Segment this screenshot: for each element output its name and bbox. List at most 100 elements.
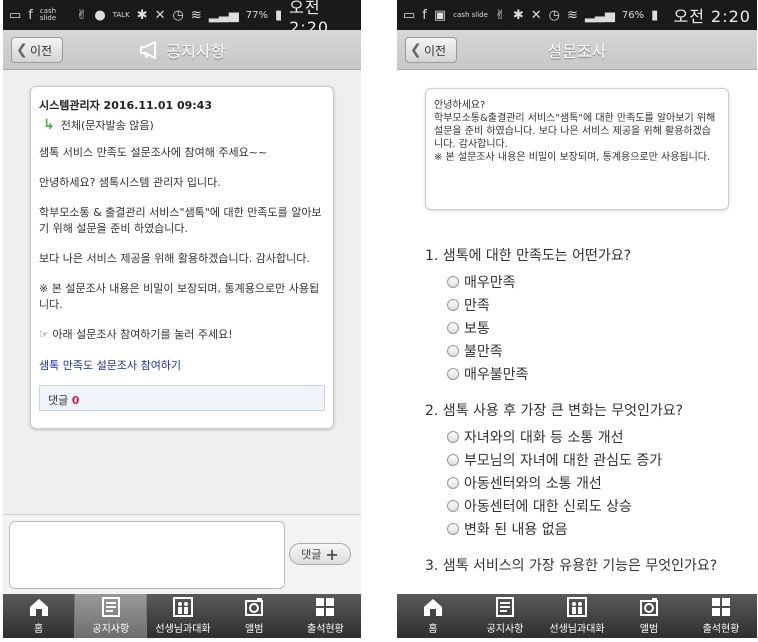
msg-icon: ▭ [9,7,22,23]
comment-label: 댓글 [48,394,69,407]
wifi-icon: ≋ [566,7,578,23]
cashslide-icon: cash slide [39,7,57,22]
survey-screen: ▭ f ▣ cash slide ✌ ✱ ✕ ◷ ≋ ▂▃▅ 76% ▮ 오전 … [397,0,757,638]
bluetooth-icon: ✱ [136,7,148,23]
option-label: 아동센터와의 소통 개선 [464,475,602,492]
option-label: 매우불만족 [464,366,529,383]
option[interactable]: 만족 [425,293,745,316]
reply-input[interactable] [9,521,285,589]
people-icon [567,597,587,617]
radio-button[interactable] [447,430,459,443]
radio-button[interactable] [447,344,459,357]
notice-icon [496,597,514,617]
option-label: 보통 [464,320,490,337]
radio-button[interactable] [447,321,459,334]
tab-label: 공지사항 [486,624,524,635]
tab-attendance[interactable]: 출석현황 [685,594,757,638]
plus-icon: + [325,544,339,564]
back-button[interactable]: ❮ 이전 [405,37,458,63]
tab-label: 출석현황 [307,624,344,635]
tab-label: 앨범 [245,624,264,635]
tab-album[interactable]: 앨범 [613,594,685,638]
bluetooth-icon: ✱ [512,7,524,23]
back-button[interactable]: ❮ 이전 [11,37,64,63]
option[interactable]: 불만족 [425,339,745,362]
tab-label: 앨범 [639,624,659,635]
option[interactable]: 매우불만족 [425,362,745,385]
tab-bar: 홈 공지사항 선생님과대화 앨범 출석현황 [3,594,361,638]
reply-area: 댓글 + [3,514,361,594]
option[interactable]: 아동센터와의 소통 개선 [425,471,745,494]
comment-count: 0 [71,394,80,407]
camera-icon [640,598,658,616]
radio-button[interactable] [447,522,459,535]
option-label: 매우만족 [464,274,516,291]
chat-icon: ● [94,7,106,23]
option-label: 아동센터에 대한 신뢰도 상승 [464,498,632,515]
option[interactable]: 변화 된 내용 없음 [425,517,745,540]
option[interactable]: 자녀와의 대화 등 소통 개선 [425,425,745,448]
target-text: 전체(문자발송 않음) [60,119,154,132]
tab-home[interactable]: 홈 [397,594,469,638]
battery-icon: ▮ [651,7,659,23]
option-label: 부모님의 자녀에 대한 관심도 증가 [464,452,663,469]
paragraph: 샘톡 서비스 만족도 설문조사에 참여해 주세요~~ [39,146,268,159]
facebook-icon: f [28,7,33,23]
option[interactable]: 부모님의 자녀에 대한 관심도 증가 [425,448,745,471]
tab-notice[interactable]: 공지사항 [469,594,541,638]
tab-label: 선생님과대화 [549,624,605,635]
question-title: 2. 샘톡 사용 후 가장 큰 변화는 무엇인가요? [425,403,684,419]
home-icon [424,599,442,616]
intro-line: 학부모소통&출결관리 서비스"샘톡"에 대한 만족도를 알아보기 위해 설문을 … [434,113,716,150]
attendance-icon [316,598,335,616]
paragraph: 학부모소통 & 출결관리 서비스"샘톡"에 대한 만족도를 알아보기 위해 설문… [39,206,322,235]
radio-button[interactable] [447,499,459,512]
tab-album[interactable]: 앨범 [219,594,290,638]
status-bar: ▭ f ▣ cash slide ✌ ✱ ✕ ◷ ≋ ▂▃▅ 76% ▮ 오전 … [397,0,757,30]
radio-button[interactable] [447,275,459,288]
back-label: 이전 [424,43,447,58]
radio-button[interactable] [447,476,459,489]
signal-icon: ▂▃▅ [208,7,239,23]
survey-link[interactable]: 샘톡 만족도 설문조사 참여하기 [39,357,325,373]
radio-button[interactable] [447,298,459,311]
mute-icon: ✕ [154,7,166,23]
question-2: 2. 샘톡 사용 후 가장 큰 변화는 무엇인가요? 자녀와의 대화 등 소통 … [425,401,745,540]
mute-icon: ✕ [530,7,542,23]
paragraph: 안녕하세요? 샘톡시스템 관리자 입니다. [39,176,221,189]
tab-home[interactable]: 홈 [3,594,74,638]
tab-teacher-chat[interactable]: 선생님과대화 [541,594,613,638]
survey-intro-box: 안녕하세요? 학부모소통&출결관리 서비스"샘톡"에 대한 만족도를 알아보기 … [425,88,729,210]
author-line: 시스템관리자 2016.11.01 09:43 [39,99,212,112]
option[interactable]: 보통 [425,316,745,339]
megaphone-icon [139,40,156,59]
radio-button[interactable] [447,453,459,466]
chevron-left-icon: ❮ [410,42,422,58]
tab-label: 홈 [428,624,438,635]
add-reply-button[interactable]: 댓글 + [289,543,351,565]
facebook-icon: f [422,7,427,23]
tab-attendance[interactable]: 출석현황 [290,594,361,638]
image-icon: ▣ [433,7,447,23]
tab-label: 공지사항 [92,624,130,635]
tab-notice[interactable]: 공지사항 [74,594,148,638]
survey-questions: 1. 샘톡에 대한 만족도는 어떤가요? 매우만족 만족 보통 불만족 매우불만… [425,246,745,592]
radio-button[interactable] [447,367,459,380]
option-label: 변화 된 내용 없음 [464,521,568,538]
cashslide-icon: cash slide [453,10,488,19]
option-label: 자녀와의 대화 등 소통 개선 [464,429,624,446]
option[interactable]: 매우만족 [425,270,745,293]
battery-text: 77% [245,9,268,21]
question-3: 3. 샘톡 서비스의 가장 유용한 기능은 무엇인가요? [425,556,745,576]
battery-icon: ▮ [274,7,283,23]
tab-teacher-chat[interactable]: 선생님과대화 [147,594,218,638]
question-1: 1. 샘톡에 대한 만족도는 어떤가요? 매우만족 만족 보통 불만족 매우불만… [425,246,745,385]
option[interactable]: 아동센터에 대한 신뢰도 상승 [425,494,745,517]
victory-icon: ✌ [494,7,506,23]
tab-label: 홈 [34,624,44,635]
alarm-icon: ◷ [172,7,184,23]
signal-icon: ▂▃▅ [584,7,615,23]
question-title: 1. 샘톡에 대한 만족도는 어떤가요? [425,248,632,264]
attendance-icon [712,598,730,616]
page-title: 설문조사 [548,38,607,62]
